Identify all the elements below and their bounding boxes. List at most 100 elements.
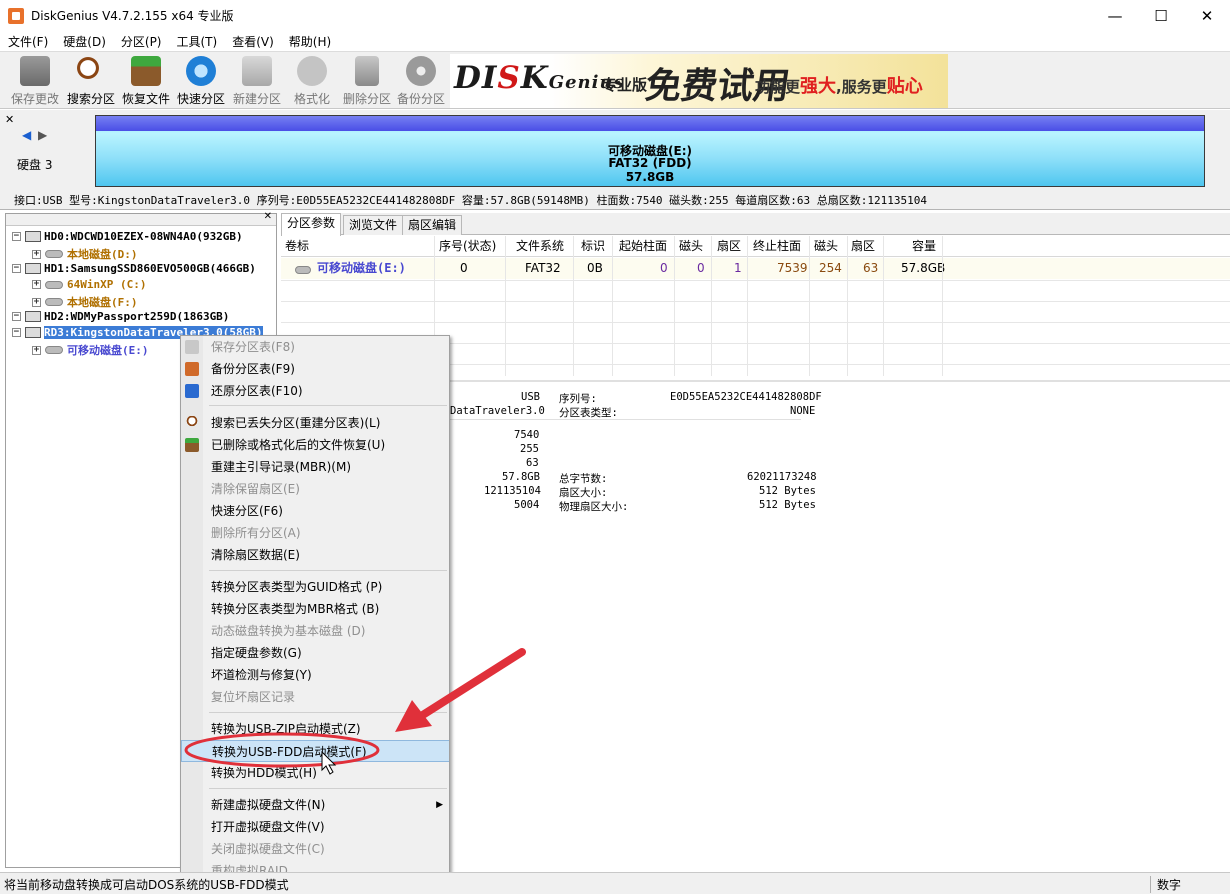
expand-icon[interactable]: + [32,249,41,259]
tree-partition-d[interactable]: + 本地磁盘(D:) [32,246,138,262]
new-partition-button[interactable]: 新建分区 [229,56,285,108]
close-panel-icon[interactable]: ✕ [5,113,14,126]
col-start-cyl[interactable]: 起始柱面 [619,236,667,257]
menu-search-lost-partitions[interactable]: 搜索已丢失分区(重建分区表)(L) [181,412,449,434]
menu-file[interactable]: 文件(F) [0,33,55,50]
partition-icon [45,250,63,258]
tree-disk-hd1[interactable]: − HD1:SamsungSSD860EVO500GB(466GB) [12,262,256,275]
col-filesystem[interactable]: 文件系统 [516,236,564,257]
menu-tools[interactable]: 工具(T) [169,33,225,50]
detail-label: 物理扇区大小: [559,501,629,513]
backup-partition-label: 备份分区 [396,92,445,106]
next-disk-icon[interactable]: ▶ [38,128,47,142]
col-end-cyl[interactable]: 终止柱面 [753,236,801,257]
expand-icon[interactable]: + [32,345,41,355]
close-tree-icon[interactable]: ✕ [264,211,272,222]
menu-dynamic-to-basic[interactable]: 动态磁盘转换为基本磁盘 (D) [181,620,449,642]
hard-disk-icon [25,311,41,322]
cell-filesystem: FAT32 [525,261,561,275]
partition-icon [295,266,311,274]
tab-partition-params[interactable]: 分区参数 [281,213,342,236]
col-index[interactable]: 序号(状态) [439,236,496,257]
format-icon [297,56,327,86]
usb-disk-icon [25,327,41,338]
col-end-sector[interactable]: 扇区 [851,236,875,257]
menu-reset-bad-sectors[interactable]: 复位坏扇区记录 [181,686,449,708]
menu-convert-usb-fdd[interactable]: 转换为USB-FDD启动模式(F) [181,740,449,762]
status-numlock: 数字 [1150,876,1230,893]
collapse-icon[interactable]: − [12,312,21,321]
minimize-button[interactable]: — [1092,0,1138,31]
disk-map-panel: ✕ ◀ ▶ 硬盘 3 可移动磁盘(E:) FAT32 (FDD) 57.8GB … [0,110,1230,210]
menu-convert-usb-zip[interactable]: 转换为USB-ZIP启动模式(Z) [181,718,449,740]
col-id[interactable]: 标识 [581,236,605,257]
cell-end-cyl: 7539 [777,261,808,275]
recover-files-button[interactable]: 恢复文件 [118,56,174,108]
tree-partition-c[interactable]: +64WinXP (C:) [32,278,146,291]
menu-clear-reserved-sectors[interactable]: 清除保留扇区(E) [181,478,449,500]
menu-new-virtual-disk[interactable]: 新建虚拟硬盘文件(N) ▶ [181,794,449,816]
collapse-icon[interactable]: − [12,232,21,241]
menu-quick-partition[interactable]: 快速分区(F6) [181,500,449,522]
cell-end-head: 254 [819,261,842,275]
quick-partition-button[interactable]: 快速分区 [173,56,229,108]
menu-restore-partition-table[interactable]: 还原分区表(F10) [181,380,449,402]
prev-disk-icon[interactable]: ◀ [22,128,31,142]
col-end-head[interactable]: 磁头 [814,236,838,257]
menu-close-virtual-disk[interactable]: 关闭虚拟硬盘文件(C) [181,838,449,860]
menu-save-partition-table[interactable]: 保存分区表(F8) [181,336,449,358]
cell-capacity: 57.8GB [901,261,946,275]
delete-partition-label: 删除分区 [342,92,391,106]
tree-disk-hd2[interactable]: − HD2:WDMyPassport259D(1863GB) [12,310,229,323]
recover-files-label: 恢复文件 [121,92,170,106]
col-start-sector[interactable]: 扇区 [717,236,741,257]
detail-label: 总字节数: [559,473,608,485]
menu-convert-to-mbr[interactable]: 转换分区表类型为MBR格式 (B) [181,598,449,620]
menu-convert-hdd[interactable]: 转换为HDD模式(H) [181,762,449,784]
menu-clear-sector-data[interactable]: 清除扇区数据(E) [181,544,449,566]
col-capacity[interactable]: 容量 [912,236,936,257]
menu-convert-to-guid[interactable]: 转换分区表类型为GUID格式 (P) [181,576,449,598]
edition-label: 专业版 [602,76,648,94]
tree-partition-e[interactable]: + 可移动磁盘(E:) [32,342,149,358]
disk-info-line: 接口:USB 型号:KingstonDataTraveler3.0 序列号:E0… [14,194,928,207]
menu-bad-sector-check[interactable]: 坏道检测与修复(Y) [181,664,449,686]
menu-view[interactable]: 查看(V) [224,33,281,50]
collapse-icon[interactable]: − [12,328,21,337]
menu-delete-all-partitions[interactable]: 删除所有分区(A) [181,522,449,544]
maximize-button[interactable]: ☐ [1138,0,1184,31]
tab-browse-files[interactable]: 浏览文件 [343,215,404,235]
menu-partition[interactable]: 分区(P) [113,33,169,50]
save-disk-icon [20,56,50,86]
cell-end-sector: 63 [863,261,879,275]
save-changes-button[interactable]: 保存更改 [7,56,63,108]
menu-recover-files[interactable]: 已删除或格式化后的文件恢复(U) [181,434,449,456]
col-volume[interactable]: 卷标 [285,236,309,257]
tree-partition-f[interactable]: + 本地磁盘(F:) [32,294,138,310]
menu-set-disk-params[interactable]: 指定硬盘参数(G) [181,642,449,664]
close-button[interactable]: ✕ [1184,0,1230,31]
menu-rebuild-mbr[interactable]: 重建主引导记录(MBR)(M) [181,456,449,478]
expand-icon[interactable]: + [32,297,41,307]
menu-backup-partition-table[interactable]: 备份分区表(F9) [181,358,449,380]
collapse-icon[interactable]: − [12,264,21,273]
status-bar: 将当前移动盘转换成可启动DOS系统的USB-FDD模式 数字 [0,872,1230,894]
menu-open-virtual-disk[interactable]: 打开虚拟硬盘文件(V) [181,816,449,838]
menu-disk[interactable]: 硬盘(D) [55,33,113,50]
tab-sector-edit[interactable]: 扇区编辑 [402,215,463,235]
file-recover-icon [185,438,199,452]
search-partition-button[interactable]: 搜索分区 [63,56,119,108]
format-label: 格式化 [293,92,330,106]
quick-partition-icon [186,56,216,86]
table-row[interactable]: 可移动磁盘(E:) 0 FAT32 0B 0 0 1 7539 254 63 5… [281,258,1230,279]
col-start-head[interactable]: 磁头 [679,236,703,257]
backup-partition-button[interactable]: 备份分区 [393,56,449,108]
cell-volume: 可移动磁盘(E:) [317,261,406,275]
tree-disk-hd0[interactable]: − HD0:WDCWD10EZEX-08WN4A0(932GB) [12,230,243,243]
menu-help[interactable]: 帮助(H) [281,33,338,50]
partition-bar[interactable]: 可移动磁盘(E:) FAT32 (FDD) 57.8GB [95,115,1205,187]
expand-icon[interactable]: + [32,280,41,289]
delete-partition-button[interactable]: 删除分区 [339,56,395,108]
magnifier-icon [76,56,106,86]
format-button[interactable]: 格式化 [284,56,340,108]
